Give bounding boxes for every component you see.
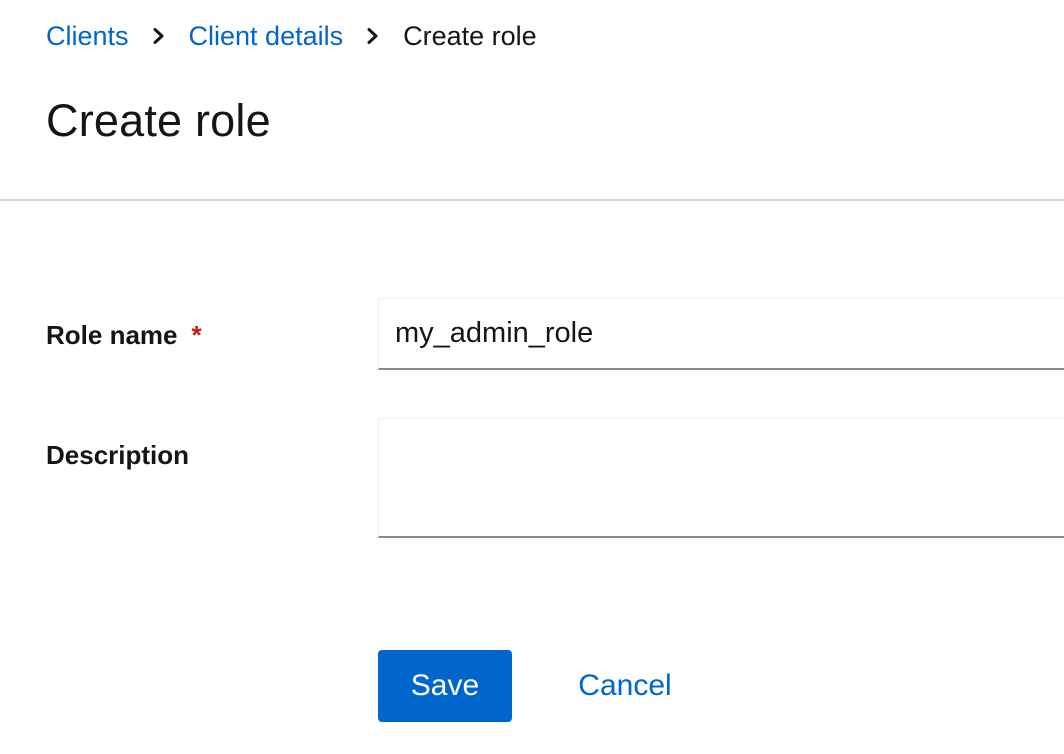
breadcrumb-link-client-details[interactable]: Client details	[189, 18, 344, 54]
description-label: Description	[46, 440, 190, 470]
chevron-right-icon	[129, 18, 189, 54]
cancel-button[interactable]: Cancel	[544, 650, 706, 722]
role-name-label: Role name *	[46, 318, 202, 352]
role-name-input[interactable]	[378, 298, 1064, 370]
required-marker: *	[191, 320, 202, 350]
chevron-right-icon	[343, 18, 403, 54]
breadcrumb-link-clients[interactable]: Clients	[46, 18, 129, 54]
description-textarea[interactable]	[378, 418, 1064, 538]
breadcrumb-current: Create role	[403, 21, 537, 51]
page-title: Create role	[46, 95, 271, 146]
role-name-label-text: Role name	[46, 320, 178, 350]
breadcrumb: Clients Client details Create role	[46, 18, 537, 54]
page-header: Clients Client details Create role Creat…	[0, 0, 1064, 201]
save-button[interactable]: Save	[378, 650, 512, 722]
